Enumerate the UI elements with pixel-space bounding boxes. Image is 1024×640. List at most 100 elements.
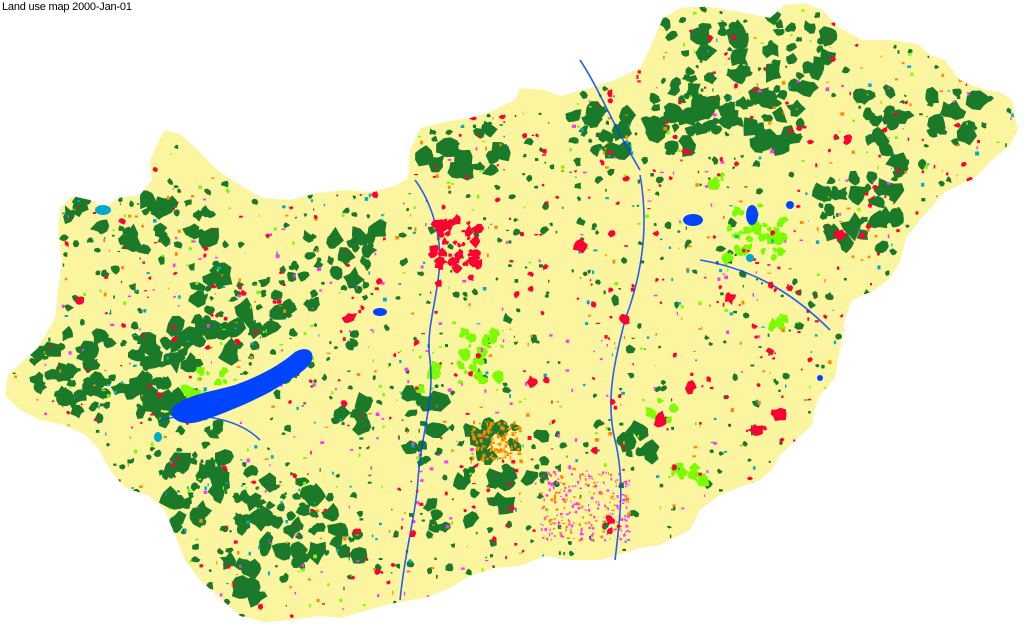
grassland-speckle: [314, 506, 317, 509]
forest-speckle: [699, 183, 702, 186]
forest-speckle: [157, 197, 161, 200]
vineyard-speckle: [559, 526, 562, 528]
mixed-speckle: [127, 463, 129, 467]
vineyard-speckle: [269, 464, 271, 467]
vineyard-speckle: [616, 479, 619, 481]
vineyard-speckle: [436, 404, 438, 408]
urban-speckle: [613, 405, 618, 410]
mixed-speckle: [602, 531, 605, 533]
urban-speckle: [104, 275, 109, 279]
wetland-speckle: [515, 507, 517, 512]
small-lake: [746, 205, 758, 225]
mixed-speckle: [941, 170, 944, 172]
mixed-speckle: [475, 377, 477, 379]
wetland-speckle: [349, 485, 352, 488]
grassland-speckle: [561, 165, 565, 169]
mixed-speckle: [610, 473, 613, 477]
vineyard-speckle: [565, 339, 570, 343]
vineyard-speckle: [206, 324, 210, 328]
vineyard-speckle: [952, 100, 956, 103]
mixed-speckle: [498, 457, 502, 460]
mixed-speckle: [479, 438, 483, 443]
vineyard-speckle: [175, 236, 178, 240]
wetland-speckle: [379, 522, 382, 526]
mixed-speckle: [472, 437, 477, 441]
mixed-speckle: [781, 81, 786, 85]
mixed-speckle: [43, 350, 46, 355]
urban-speckle: [103, 239, 105, 243]
vineyard-speckle: [416, 501, 420, 505]
vineyard-speckle: [480, 348, 483, 352]
mixed-speckle: [502, 457, 507, 459]
mixed-speckle: [562, 523, 566, 525]
forest-speckle: [441, 384, 444, 387]
vineyard-speckle: [622, 502, 625, 504]
mixed-speckle: [602, 151, 606, 154]
vineyard-speckle: [629, 510, 631, 512]
mixed-speckle: [494, 452, 497, 455]
grassland-speckle: [614, 281, 619, 286]
vineyard-speckle: [557, 470, 560, 472]
urban-speckle: [487, 500, 491, 503]
urban-speckle: [850, 302, 854, 305]
grassland-speckle: [418, 136, 422, 138]
mixed-speckle: [477, 433, 481, 438]
wetland-speckle: [383, 297, 387, 302]
vineyard-speckle: [556, 514, 558, 517]
wetland-speckle: [814, 334, 818, 337]
forest-speckle: [478, 368, 480, 373]
mixed-speckle: [141, 394, 144, 397]
vineyard-speckle: [659, 171, 664, 174]
mixed-speckle: [860, 259, 864, 261]
grassland-speckle: [228, 207, 231, 210]
mixed-speckle: [283, 309, 287, 313]
vineyard-speckle: [615, 484, 617, 488]
mixed-speckle: [580, 477, 582, 481]
urban-speckle: [849, 91, 852, 96]
grassland-speckle: [129, 436, 132, 439]
vineyard-speckle: [420, 479, 424, 482]
grassland-speckle: [754, 228, 757, 231]
forest-speckle: [419, 293, 422, 296]
wetland-speckle: [504, 144, 508, 146]
forest-speckle: [750, 364, 755, 367]
urban-speckle: [704, 86, 707, 89]
mixed-speckle: [216, 560, 218, 565]
grassland-speckle: [69, 387, 71, 389]
wetland-speckle: [607, 155, 611, 157]
grassland-speckle: [327, 583, 330, 587]
vineyard-speckle: [407, 380, 410, 384]
wetland-speckle: [408, 559, 412, 563]
wetland-speckle: [364, 197, 369, 201]
mixed-speckle: [623, 441, 625, 445]
urban-speckle: [807, 398, 812, 401]
vineyard-speckle: [623, 518, 626, 520]
mixed-speckle: [738, 200, 743, 203]
mixed-speckle: [487, 425, 489, 427]
vineyard-speckle: [553, 487, 555, 490]
wetland-speckle: [268, 539, 270, 542]
vineyard-speckle: [590, 537, 593, 541]
wetland-speckle: [921, 182, 925, 187]
grassland-speckle: [450, 183, 454, 185]
wetland-speckle: [339, 418, 342, 421]
urban-speckle: [254, 329, 258, 334]
wetland-speckle: [805, 192, 808, 196]
mixed-speckle: [756, 83, 758, 86]
wetland-speckle: [646, 336, 650, 339]
urban-speckle: [472, 483, 476, 485]
mixed-speckle: [482, 453, 486, 457]
grassland-speckle: [522, 112, 524, 115]
wetland-speckle: [621, 391, 625, 395]
mixed-speckle: [509, 455, 511, 460]
wetland-speckle: [656, 475, 660, 478]
wetland-speckle: [186, 340, 190, 342]
grassland-speckle: [589, 106, 592, 108]
mixed-speckle: [593, 492, 595, 495]
vineyard-speckle: [572, 124, 576, 128]
urban-speckle: [777, 266, 781, 270]
forest-speckle: [858, 105, 861, 109]
vineyard-speckle: [425, 350, 429, 352]
vineyard-speckle: [588, 521, 591, 524]
grassland-speckle: [301, 568, 305, 572]
